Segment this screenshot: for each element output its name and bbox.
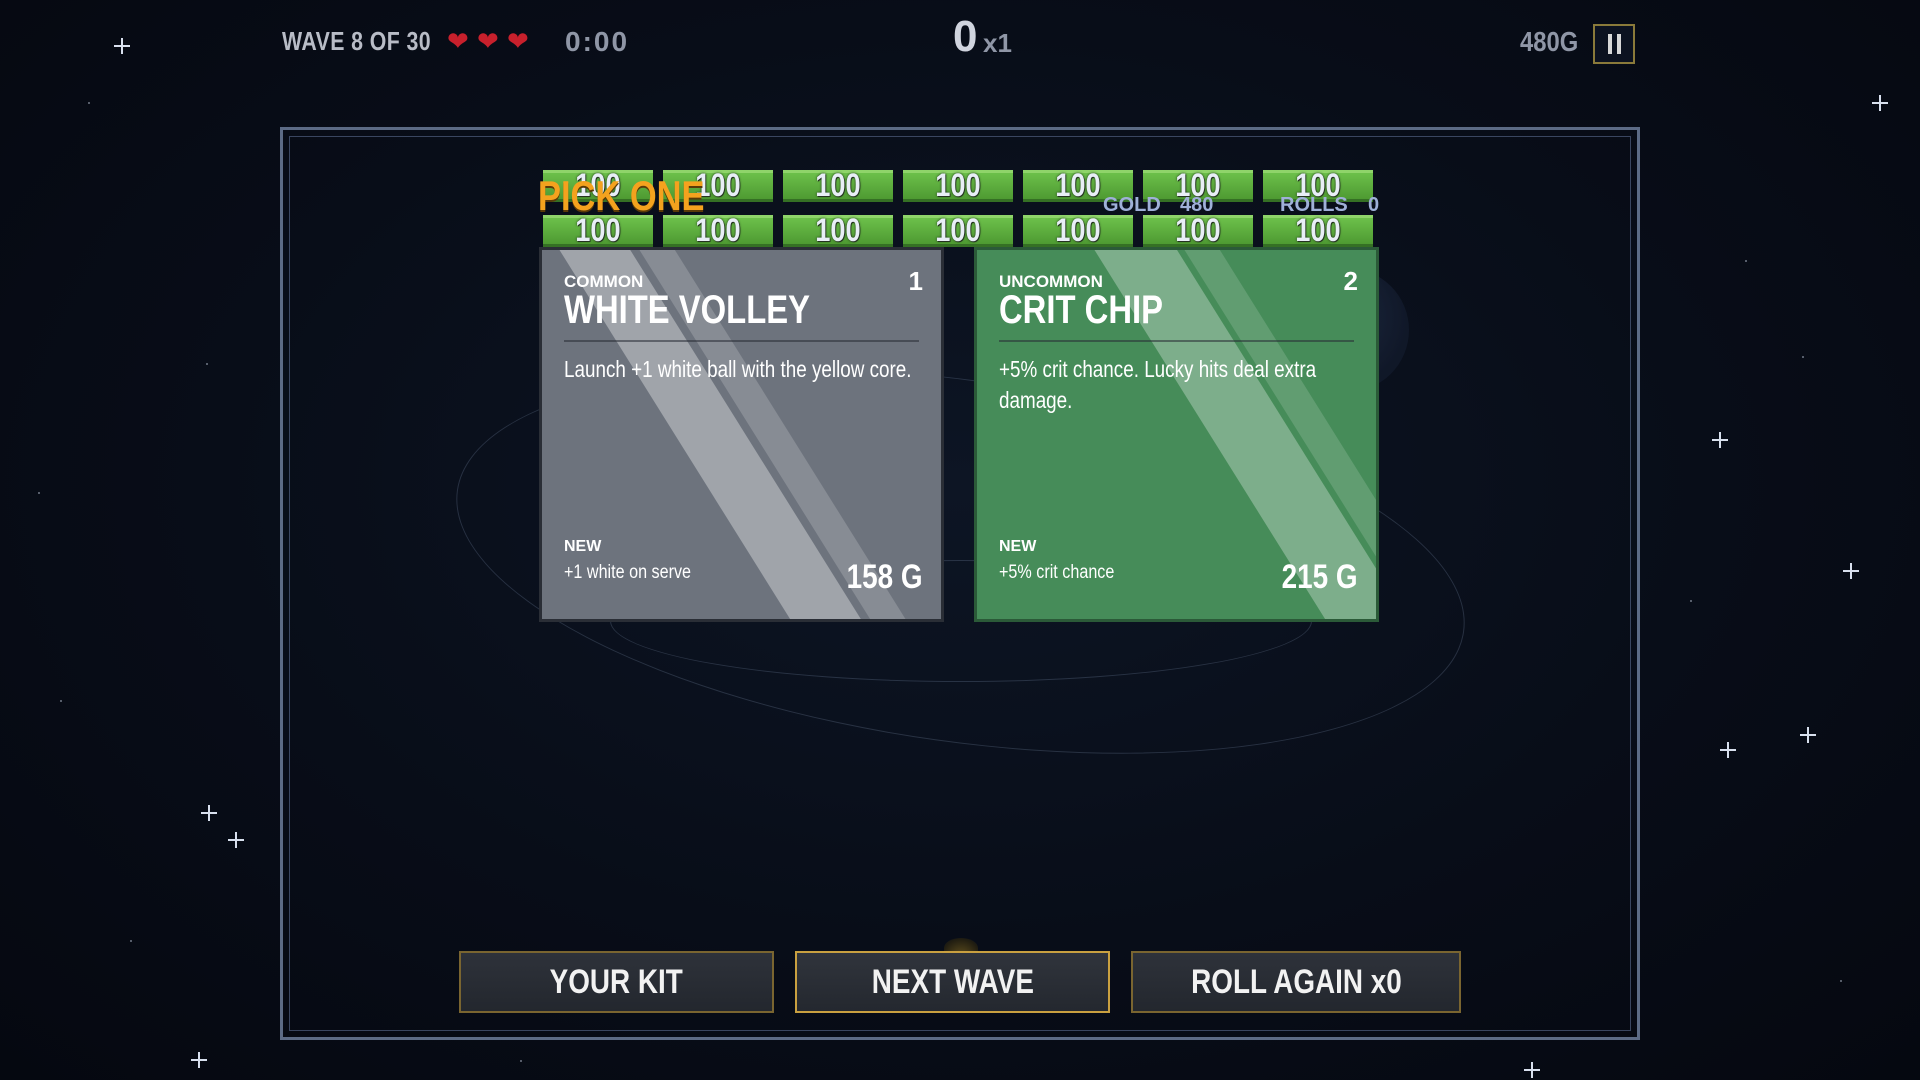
brick: 100 — [783, 212, 893, 248]
card-status: NEW — [564, 538, 602, 555]
heart-icon: ❤ — [477, 26, 499, 56]
sparkle-star — [1872, 95, 1888, 111]
card-status: NEW — [999, 538, 1037, 555]
brick: 100 — [1263, 212, 1373, 248]
brick: 100 — [783, 167, 893, 203]
sparkle-star — [191, 1052, 207, 1068]
shop-rolls-value: 0 — [1368, 194, 1380, 216]
card-hotkey-number: 1 — [908, 266, 923, 296]
card-divider — [564, 340, 919, 342]
shop-rolls-label: ROLLS — [1280, 194, 1348, 216]
card-price: 215 G — [1282, 558, 1358, 596]
star — [1802, 356, 1804, 358]
sparkle-star — [228, 832, 244, 848]
roll-again-button[interactable]: ROLL AGAIN x0 — [1131, 951, 1461, 1013]
card-bonus: +1 white on serve — [564, 562, 692, 583]
score-multiplier: x1 — [983, 28, 1012, 58]
gold-counter: 480G — [1520, 26, 1579, 57]
card-divider — [999, 340, 1354, 342]
brick: 100 — [903, 167, 1013, 203]
shop-gold-label: GOLD — [1103, 194, 1161, 216]
your-kit-label: YOUR KIT — [549, 962, 684, 1001]
card-title: CRIT CHIP — [999, 288, 1163, 332]
lives-indicator: ❤ ❤ ❤ — [447, 26, 531, 56]
card-description: Launch +1 white ball with the yellow cor… — [564, 356, 912, 382]
brick: 100 — [903, 212, 1013, 248]
heart-icon: ❤ — [507, 26, 529, 56]
sparkle-star — [1712, 432, 1728, 448]
sparkle-star — [1800, 727, 1816, 743]
wave-timer: 0:00 — [565, 26, 630, 57]
star — [206, 363, 208, 365]
star — [60, 700, 62, 702]
upgrade-card-crit-chip[interactable]: UNCOMMON 2 CRIT CHIP +5% crit chance. Lu… — [974, 247, 1379, 622]
upgrade-card-white-volley[interactable]: COMMON 1 WHITE VOLLEY Launch +1 white ba… — [539, 247, 944, 622]
sparkle-star — [1524, 1062, 1540, 1078]
sparkle-star — [201, 805, 217, 821]
pause-icon — [1607, 34, 1612, 54]
card-title: WHITE VOLLEY — [564, 288, 810, 332]
roll-again-label: ROLL AGAIN x0 — [1190, 962, 1402, 1001]
next-wave-label: NEXT WAVE — [871, 962, 1034, 1001]
wave-counter: WAVE 8 OF 30 — [282, 26, 432, 56]
score-value: 0 — [953, 12, 978, 61]
card-bonus: +5% crit chance — [999, 562, 1115, 583]
heart-icon: ❤ — [447, 26, 469, 56]
sparkle-star — [1720, 742, 1736, 758]
your-kit-button[interactable]: YOUR KIT — [459, 951, 774, 1013]
star — [1690, 600, 1692, 602]
pause-button[interactable] — [1593, 24, 1635, 64]
star — [520, 1060, 522, 1062]
star — [1745, 260, 1747, 262]
sparkle-star — [1843, 563, 1859, 579]
star — [88, 102, 90, 104]
shop-heading: PICK ONE — [538, 172, 705, 219]
brick: 100 — [1143, 212, 1253, 248]
card-price: 158 G — [847, 558, 923, 596]
shop-gold-value: 480 — [1180, 194, 1214, 216]
brick: 100 — [1023, 212, 1133, 248]
star — [38, 492, 40, 494]
hud-bar: WAVE 8 OF 30 ❤ ❤ ❤ 0:00 0 x1 480G — [0, 0, 1920, 90]
star — [1840, 980, 1842, 982]
card-hotkey-number: 2 — [1343, 266, 1358, 296]
next-wave-button[interactable]: NEXT WAVE — [795, 951, 1110, 1013]
star — [130, 940, 132, 942]
card-description: +5% crit chance. Lucky hits deal extra d… — [999, 356, 1317, 413]
game-screen: { "hud": { "wave": "WAVE 8 OF 30", "live… — [0, 0, 1920, 1080]
pause-icon-bar — [1616, 34, 1621, 54]
